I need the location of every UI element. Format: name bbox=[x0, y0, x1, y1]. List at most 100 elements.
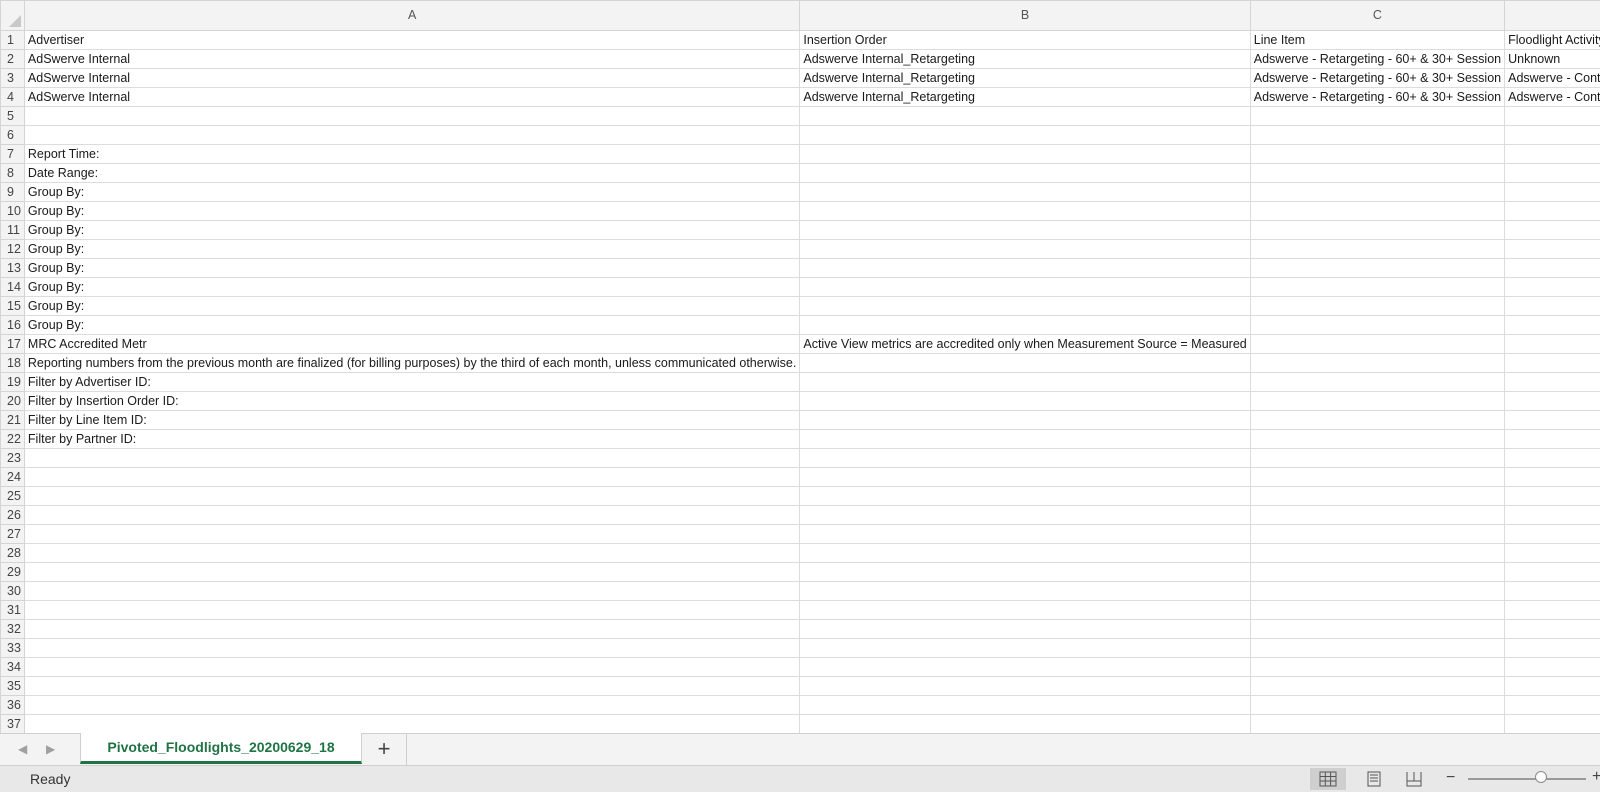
cell-b25[interactable] bbox=[799, 486, 1251, 506]
row-header[interactable]: 26 bbox=[0, 505, 25, 525]
cell-c23[interactable] bbox=[1249, 448, 1506, 468]
cell-c7[interactable] bbox=[1249, 144, 1506, 164]
cell-b17[interactable]: Active View metrics are accredited only … bbox=[799, 334, 1251, 354]
row-header[interactable]: 29 bbox=[0, 562, 25, 582]
cell-grid[interactable]: ABCDEFGHIJK 1AdvertiserInsertion OrderLi… bbox=[0, 0, 1600, 733]
row-header[interactable]: 19 bbox=[0, 372, 25, 392]
cell-b23[interactable] bbox=[799, 448, 1251, 468]
cell-d4[interactable]: Adswerve - Contact Us - Thank You Page bbox=[1504, 87, 1600, 107]
cell-b7[interactable] bbox=[799, 144, 1251, 164]
cell-d21[interactable] bbox=[1504, 410, 1600, 430]
cell-d6[interactable] bbox=[1504, 125, 1600, 145]
cell-d29[interactable] bbox=[1504, 562, 1600, 582]
cell-c35[interactable] bbox=[1249, 676, 1506, 696]
cell-d23[interactable] bbox=[1504, 448, 1600, 468]
cell-c34[interactable] bbox=[1249, 657, 1506, 677]
cell-a11[interactable]: Group By: bbox=[23, 220, 801, 240]
cell-d19[interactable] bbox=[1504, 372, 1600, 392]
zoom-slider-thumb[interactable] bbox=[1535, 771, 1547, 783]
cell-b21[interactable] bbox=[799, 410, 1251, 430]
cell-a12[interactable]: Group By: bbox=[23, 239, 801, 259]
cell-a1[interactable]: Advertiser bbox=[23, 29, 801, 50]
grid-view-icon[interactable] bbox=[1310, 768, 1346, 790]
cell-d18[interactable] bbox=[1504, 353, 1600, 373]
row-header[interactable]: 27 bbox=[0, 524, 25, 544]
cell-d16[interactable] bbox=[1504, 315, 1600, 335]
cell-c10[interactable] bbox=[1249, 201, 1506, 221]
cell-c36[interactable] bbox=[1249, 695, 1506, 715]
cell-b4[interactable]: Adswerve Internal_Retargeting bbox=[799, 87, 1251, 107]
cell-a3[interactable]: AdSwerve Internal bbox=[23, 68, 801, 88]
cell-c11[interactable] bbox=[1249, 220, 1506, 240]
row-header[interactable]: 13 bbox=[0, 258, 25, 278]
cell-c15[interactable] bbox=[1249, 296, 1506, 316]
cell-a36[interactable] bbox=[23, 695, 801, 715]
cell-a22[interactable]: Filter by Partner ID: bbox=[23, 429, 801, 449]
cell-d3[interactable]: Adswerve - Contact Us bbox=[1504, 68, 1600, 88]
cell-c4[interactable]: Adswerve - Retargeting - 60+ & 30+ Sessi… bbox=[1249, 87, 1506, 107]
cell-b1[interactable]: Insertion Order bbox=[799, 29, 1251, 50]
cell-c28[interactable] bbox=[1249, 543, 1506, 563]
cell-c24[interactable] bbox=[1249, 467, 1506, 487]
cell-b32[interactable] bbox=[799, 619, 1251, 639]
cell-a35[interactable] bbox=[23, 676, 801, 696]
cell-a25[interactable] bbox=[23, 486, 801, 506]
cell-c19[interactable] bbox=[1249, 372, 1506, 392]
cell-a28[interactable] bbox=[23, 543, 801, 563]
cell-b6[interactable] bbox=[799, 125, 1251, 145]
triangle-left-icon[interactable]: ◀ bbox=[18, 742, 27, 756]
cell-d22[interactable] bbox=[1504, 429, 1600, 449]
cell-c8[interactable] bbox=[1249, 163, 1506, 183]
row-header[interactable]: 33 bbox=[0, 638, 25, 658]
cell-b12[interactable] bbox=[799, 239, 1251, 259]
cell-c2[interactable]: Adswerve - Retargeting - 60+ & 30+ Sessi… bbox=[1249, 49, 1506, 69]
cell-a8[interactable]: Date Range: bbox=[23, 163, 801, 183]
cell-b31[interactable] bbox=[799, 600, 1251, 620]
cell-a16[interactable]: Group By: bbox=[23, 315, 801, 335]
row-header[interactable]: 12 bbox=[0, 239, 25, 259]
cell-b33[interactable] bbox=[799, 638, 1251, 658]
row-header[interactable]: 21 bbox=[0, 410, 25, 430]
cell-a10[interactable]: Group By: bbox=[23, 201, 801, 221]
cell-c31[interactable] bbox=[1249, 600, 1506, 620]
column-header-a[interactable]: A bbox=[23, 0, 801, 31]
row-header[interactable]: 34 bbox=[0, 657, 25, 677]
row-header[interactable]: 36 bbox=[0, 695, 25, 715]
cell-c14[interactable] bbox=[1249, 277, 1506, 297]
cell-d13[interactable] bbox=[1504, 258, 1600, 278]
cell-a9[interactable]: Group By: bbox=[23, 182, 801, 202]
row-header[interactable]: 16 bbox=[0, 315, 25, 335]
cell-d37[interactable] bbox=[1504, 714, 1600, 733]
cell-d25[interactable] bbox=[1504, 486, 1600, 506]
cell-b19[interactable] bbox=[799, 372, 1251, 392]
cell-c1[interactable]: Line Item bbox=[1249, 29, 1506, 50]
page-break-icon[interactable] bbox=[1396, 768, 1432, 790]
cell-a19[interactable]: Filter by Advertiser ID: bbox=[23, 372, 801, 392]
row-header[interactable]: 24 bbox=[0, 467, 25, 487]
cell-a24[interactable] bbox=[23, 467, 801, 487]
cell-b36[interactable] bbox=[799, 695, 1251, 715]
triangle-right-icon[interactable]: ▶ bbox=[46, 742, 55, 756]
cell-a15[interactable]: Group By: bbox=[23, 296, 801, 316]
row-header[interactable]: 7 bbox=[0, 144, 25, 164]
cell-c22[interactable] bbox=[1249, 429, 1506, 449]
cell-b34[interactable] bbox=[799, 657, 1251, 677]
cell-a23[interactable] bbox=[23, 448, 801, 468]
row-header[interactable]: 2 bbox=[0, 49, 25, 69]
spreadsheet-grid[interactable]: ABCDEFGHIJK 1AdvertiserInsertion OrderLi… bbox=[0, 0, 1600, 733]
cell-c13[interactable] bbox=[1249, 258, 1506, 278]
zoom-slider[interactable] bbox=[1468, 778, 1586, 780]
cell-b35[interactable] bbox=[799, 676, 1251, 696]
row-header[interactable]: 9 bbox=[0, 182, 25, 202]
column-header-c[interactable]: C bbox=[1249, 0, 1506, 31]
row-header[interactable]: 31 bbox=[0, 600, 25, 620]
cell-d15[interactable] bbox=[1504, 296, 1600, 316]
row-header[interactable]: 22 bbox=[0, 429, 25, 449]
cell-c21[interactable] bbox=[1249, 410, 1506, 430]
cell-c12[interactable] bbox=[1249, 239, 1506, 259]
cell-d35[interactable] bbox=[1504, 676, 1600, 696]
cell-a6[interactable] bbox=[23, 125, 801, 145]
cell-a32[interactable] bbox=[23, 619, 801, 639]
cell-b22[interactable] bbox=[799, 429, 1251, 449]
cell-c32[interactable] bbox=[1249, 619, 1506, 639]
